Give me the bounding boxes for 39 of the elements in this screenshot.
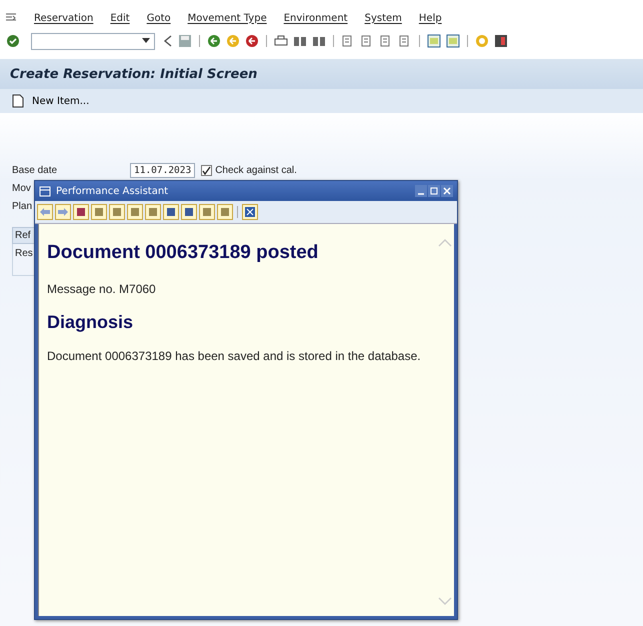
message-number: Message no. M7060 (47, 282, 157, 296)
menu-item[interactable]: Edit (110, 12, 130, 24)
window-icon (39, 186, 51, 196)
book-icon[interactable] (73, 204, 89, 220)
binoculars-icon[interactable] (293, 34, 307, 48)
back-arrow-icon[interactable] (207, 34, 221, 48)
field-label: Mov (12, 182, 31, 194)
menu-item[interactable]: Movement Type (188, 12, 267, 24)
field-label: Res (15, 248, 33, 259)
print-icon[interactable] (274, 34, 288, 48)
binoculars-icon[interactable] (312, 34, 326, 48)
back-icon[interactable] (163, 34, 173, 48)
menu-item[interactable]: Goto (146, 12, 171, 24)
popup-title: Performance Assistant (56, 186, 170, 196)
window-icon[interactable] (427, 34, 441, 48)
field-label: Plan (12, 200, 32, 212)
maximize-icon[interactable] (428, 185, 440, 197)
message-heading: Document 0006373189 posted (47, 242, 320, 264)
save-icon[interactable] (178, 34, 192, 48)
section-heading: Diagnosis (47, 312, 134, 333)
diagnosis-text: Document 0006373189 has been saved and is stored in the database. (47, 349, 422, 363)
screen-title: Create Reservation: Initial Screen (10, 66, 258, 82)
new-item-button[interactable]: New Item... (8, 92, 94, 110)
check-icon[interactable] (6, 34, 20, 48)
close-icon[interactable] (242, 204, 258, 220)
close-icon[interactable] (441, 185, 453, 197)
checkbox[interactable] (201, 164, 212, 176)
menu-item[interactable]: Environment (284, 12, 348, 24)
window-icon[interactable] (446, 34, 460, 48)
field-label: Base date (12, 164, 58, 176)
date-field[interactable]: 11.07.2023 (130, 162, 196, 178)
menu-item[interactable]: Help (418, 12, 442, 24)
menu-item[interactable]: System (364, 12, 402, 24)
document-icon (12, 94, 24, 108)
checkbox-label: Check against cal. (215, 164, 297, 176)
menu-item[interactable]: Reservation (34, 12, 94, 24)
command-field[interactable] (31, 32, 155, 50)
minimize-icon[interactable] (415, 185, 427, 197)
dropdown-caret-icon[interactable] (142, 38, 150, 44)
